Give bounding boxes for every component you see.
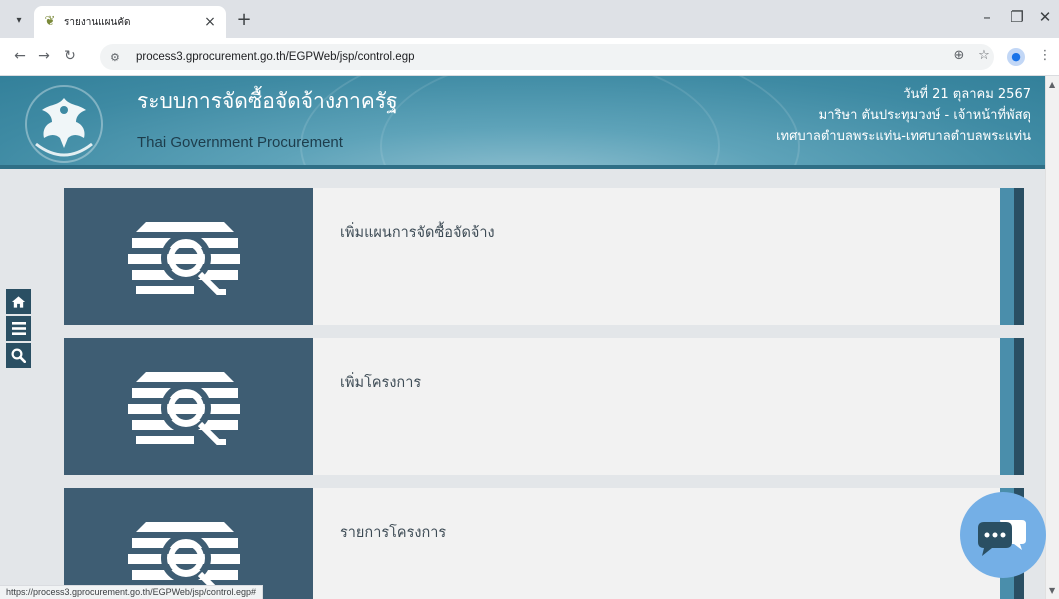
- forward-arrow-icon[interactable]: →: [34, 48, 54, 64]
- url-text: process3.gprocurement.go.th/EGPWeb/jsp/c…: [136, 51, 415, 63]
- user-info: วันที่ 21 ตุลาคม 2567 มาริษา ตันประทุมวง…: [776, 84, 1031, 147]
- search-button[interactable]: [6, 343, 31, 368]
- tab-close-icon[interactable]: ×: [202, 14, 218, 30]
- tab-search-dropdown-icon[interactable]: ▾: [8, 9, 30, 31]
- card-accent-bar: [1000, 338, 1024, 475]
- menu-icon: [11, 322, 26, 335]
- browser-toolbar: ← → ↻ ⚙ process3.gprocurement.go.th/EGPW…: [0, 38, 1059, 76]
- organization-name: เทศบาลตำบลพระแท่น-เทศบาลตำบลพระแท่น: [776, 129, 1031, 144]
- card-label: เพิ่มโครงการ: [340, 375, 422, 391]
- browser-menu-icon[interactable]: ⋮: [1036, 48, 1054, 63]
- chat-bubble-icon: [978, 520, 1026, 556]
- bookmark-star-icon[interactable]: ☆: [975, 48, 993, 63]
- restore-button[interactable]: ❐: [1002, 8, 1032, 26]
- close-window-button[interactable]: ✕: [1030, 8, 1059, 26]
- app-window: ▾ ❦ รายงานแผนคัด × + – ❐ ✕ ← → ↻ ⚙ proce…: [0, 0, 1059, 599]
- card-add-project[interactable]: เพิ่มโครงการ: [64, 338, 1024, 475]
- back-arrow-icon[interactable]: ←: [10, 48, 30, 64]
- user-name-role: มาริษา ตันประทุมวงษ์ - เจ้าหน้าที่พัสดุ: [818, 108, 1031, 123]
- home-button[interactable]: [6, 289, 31, 314]
- card-image: [64, 488, 313, 599]
- menu-button[interactable]: [6, 316, 31, 341]
- address-bar[interactable]: ⚙ process3.gprocurement.go.th/EGPWeb/jsp…: [100, 44, 994, 70]
- site-settings-icon[interactable]: ⚙: [110, 51, 128, 64]
- banner-ornament: [380, 76, 720, 169]
- status-url: https://process3.gprocurement.go.th/EGPW…: [0, 585, 263, 599]
- chat-widget-button[interactable]: [960, 492, 1046, 578]
- page-scrollbar[interactable]: ▲ ▼: [1045, 76, 1059, 599]
- search-icon: [11, 348, 26, 363]
- card-label: รายการโครงการ: [340, 525, 447, 541]
- minimize-button[interactable]: –: [972, 8, 1002, 26]
- card-add-procurement-plan[interactable]: เพิ่มแผนการจัดซื้อจัดจ้าง: [64, 188, 1024, 325]
- card-image: [64, 338, 313, 475]
- card-accent-bar: [1000, 188, 1024, 325]
- procurement-search-icon: [128, 372, 240, 445]
- site-subtitle: Thai Government Procurement: [137, 134, 343, 151]
- procurement-search-icon: [128, 222, 240, 295]
- home-icon: [11, 295, 26, 308]
- scroll-up-icon[interactable]: ▲: [1049, 80, 1055, 89]
- scroll-down-icon[interactable]: ▼: [1049, 586, 1055, 595]
- reload-icon[interactable]: ↻: [60, 48, 80, 64]
- tab-strip: ▾ ❦ รายงานแผนคัด × + – ❐ ✕: [0, 0, 1059, 38]
- garuda-favicon-icon: ❦: [44, 14, 56, 29]
- zoom-icon[interactable]: ⊕: [950, 48, 968, 63]
- profile-avatar-icon[interactable]: ●: [1007, 48, 1025, 66]
- comptroller-garuda-logo: [25, 85, 103, 163]
- card-label: เพิ่มแผนการจัดซื้อจัดจ้าง: [340, 225, 495, 241]
- tab-title: รายงานแผนคัด: [64, 16, 131, 28]
- new-tab-button[interactable]: +: [234, 9, 254, 30]
- site-header-banner: ระบบการจัดซื้อจัดจ้างภาครัฐ Thai Governm…: [0, 76, 1045, 169]
- current-date: วันที่ 21 ตุลาคม 2567: [903, 87, 1031, 102]
- card-project-list[interactable]: รายการโครงการ: [64, 488, 1024, 599]
- browser-tab[interactable]: ❦ รายงานแผนคัด ×: [34, 6, 226, 38]
- site-title: ระบบการจัดซื้อจัดจ้างภาครัฐ: [137, 89, 398, 113]
- card-image: [64, 188, 313, 325]
